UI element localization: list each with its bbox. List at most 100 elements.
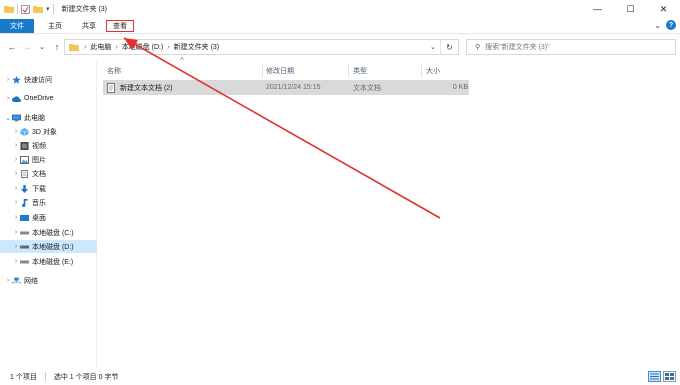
- navigation-pane: › 快速访问 › OneDrive ⌄ 此电脑 › 3D 对象 › 视频 › 图…: [0, 60, 97, 368]
- tab-view[interactable]: 查看: [106, 19, 134, 32]
- details-view-button[interactable]: [648, 371, 661, 382]
- breadcrumb-separator[interactable]: ›: [167, 44, 169, 51]
- large-icons-view-button[interactable]: [663, 371, 676, 382]
- chevron-right-icon[interactable]: ›: [4, 95, 12, 102]
- nav-item-label: 桌面: [32, 214, 46, 222]
- chevron-right-icon[interactable]: ›: [12, 229, 20, 236]
- column-header-type[interactable]: 类型: [353, 64, 420, 78]
- back-button[interactable]: ←: [6, 40, 18, 54]
- column-divider[interactable]: [421, 64, 422, 78]
- nav-item-drive-d[interactable]: › 本地磁盘 (D:): [0, 240, 97, 253]
- file-size: 0 KB: [452, 84, 468, 91]
- chevron-right-icon[interactable]: ›: [12, 185, 20, 192]
- breadcrumb-current-folder[interactable]: 新建文件夹 (3): [174, 42, 220, 52]
- chevron-right-icon[interactable]: ›: [4, 277, 12, 284]
- column-divider[interactable]: [262, 64, 263, 78]
- picture-icon: [20, 155, 29, 164]
- column-header-name[interactable]: 名称: [107, 64, 262, 78]
- toolbar-divider: [17, 4, 18, 14]
- maximize-button[interactable]: ☐: [614, 0, 647, 18]
- window-controls: — ☐ ✕: [581, 0, 680, 18]
- nav-item-label: 3D 对象: [32, 128, 57, 136]
- nav-item-drive-c[interactable]: › 本地磁盘 (C:): [0, 226, 97, 239]
- star-icon: [12, 75, 21, 84]
- chevron-right-icon[interactable]: ›: [12, 128, 20, 135]
- chevron-right-icon[interactable]: ›: [12, 243, 20, 250]
- chevron-right-icon[interactable]: ›: [12, 142, 20, 149]
- nav-item-this-pc[interactable]: ⌄ 此电脑: [0, 111, 97, 124]
- nav-item-label: 快速访问: [24, 76, 52, 84]
- new-folder-icon[interactable]: [33, 5, 43, 13]
- nav-item-quick-access[interactable]: › 快速访问: [0, 73, 97, 86]
- expand-ribbon-icon[interactable]: ⌄: [654, 21, 661, 30]
- cube-icon: [20, 127, 29, 136]
- drive-icon: [20, 245, 29, 248]
- column-divider[interactable]: [348, 64, 349, 78]
- file-name: 新建文本文档 (2): [120, 84, 173, 92]
- chevron-right-icon[interactable]: ›: [12, 199, 20, 206]
- refresh-button[interactable]: ↻: [440, 40, 458, 54]
- tab-home[interactable]: 主页: [38, 19, 72, 33]
- recent-locations-button[interactable]: ⌄: [36, 40, 48, 54]
- minimize-button[interactable]: —: [581, 0, 614, 18]
- tab-file[interactable]: 文件: [0, 18, 34, 33]
- quick-access-dropdown-icon[interactable]: ▾: [46, 5, 50, 13]
- properties-icon[interactable]: [21, 4, 30, 14]
- text-file-icon: [107, 82, 115, 93]
- up-button[interactable]: ↑: [51, 40, 63, 54]
- file-type: 文本文档: [353, 84, 381, 92]
- document-icon: [21, 169, 28, 178]
- window-title: 新建文件夹 (3): [61, 6, 108, 13]
- file-modified: 2021/12/24 15:15: [266, 84, 321, 91]
- desktop-icon: [20, 214, 29, 221]
- status-bar: 1 个项目 选中 1 个项目 0 字节: [0, 368, 680, 385]
- breadcrumb-drive-d[interactable]: 本地磁盘 (D:): [122, 42, 164, 52]
- nav-item-videos[interactable]: › 视频: [0, 139, 97, 152]
- tab-share[interactable]: 共享: [72, 19, 106, 33]
- chevron-right-icon[interactable]: ›: [12, 170, 20, 177]
- help-icon[interactable]: ?: [666, 20, 676, 30]
- quick-access-toolbar: ▾: [4, 4, 54, 14]
- column-header-modified[interactable]: 修改日期: [266, 64, 348, 78]
- nav-item-label: 视频: [32, 142, 46, 150]
- drive-icon: [20, 260, 29, 263]
- forward-button[interactable]: →: [21, 40, 33, 54]
- column-header-size[interactable]: 大小: [426, 64, 468, 78]
- breadcrumb-separator[interactable]: ›: [115, 44, 117, 51]
- nav-item-onedrive[interactable]: › OneDrive: [0, 92, 97, 105]
- nav-item-label: 下载: [32, 185, 46, 193]
- address-dropdown-icon[interactable]: ⌄: [430, 40, 436, 54]
- file-row[interactable]: 新建文本文档 (2) 2021/12/24 15:15 文本文档 0 KB: [103, 80, 469, 95]
- network-icon: [12, 277, 21, 284]
- address-row: ← → ⌄ ↑ › 此电脑 › 本地磁盘 (D:) › 新建文件夹 (3) ⌄ …: [0, 36, 680, 58]
- chevron-right-icon[interactable]: ›: [12, 258, 20, 265]
- nav-item-pictures[interactable]: › 图片: [0, 153, 97, 166]
- chevron-right-icon[interactable]: ›: [12, 214, 20, 221]
- nav-item-desktop[interactable]: › 桌面: [0, 211, 97, 224]
- nav-item-network[interactable]: › 网络: [0, 274, 97, 287]
- view-buttons: [646, 371, 676, 382]
- search-placeholder: 搜索"新建文件夹 (3)": [485, 44, 550, 51]
- close-button[interactable]: ✕: [647, 0, 680, 18]
- title-bar: ▾ 新建文件夹 (3) — ☐ ✕: [0, 0, 680, 18]
- nav-item-documents[interactable]: › 文档: [0, 167, 97, 180]
- breadcrumb-this-pc[interactable]: 此电脑: [90, 42, 111, 52]
- drive-icon: [20, 231, 29, 234]
- nav-item-downloads[interactable]: › 下载: [0, 182, 97, 195]
- nav-item-music[interactable]: › 音乐: [0, 196, 97, 209]
- music-icon: [22, 198, 28, 207]
- nav-item-label: 图片: [32, 156, 46, 164]
- item-count: 1 个项目: [10, 373, 37, 381]
- selection-info: 选中 1 个项目 0 字节: [53, 373, 119, 381]
- nav-item-drive-e[interactable]: › 本地磁盘 (E:): [0, 255, 97, 268]
- search-input[interactable]: ⚲ 搜索"新建文件夹 (3)": [466, 39, 676, 55]
- toolbar-divider: [52, 4, 54, 14]
- download-icon: [20, 184, 29, 193]
- address-bar[interactable]: › 此电脑 › 本地磁盘 (D:) › 新建文件夹 (3) ⌄ ↻: [64, 39, 459, 55]
- chevron-down-icon[interactable]: ⌄: [4, 114, 12, 122]
- nav-item-label: 音乐: [32, 199, 46, 207]
- video-icon: [20, 141, 29, 150]
- nav-item-3d-objects[interactable]: › 3D 对象: [0, 125, 97, 138]
- chevron-right-icon[interactable]: ›: [4, 76, 12, 83]
- chevron-right-icon[interactable]: ›: [12, 156, 20, 163]
